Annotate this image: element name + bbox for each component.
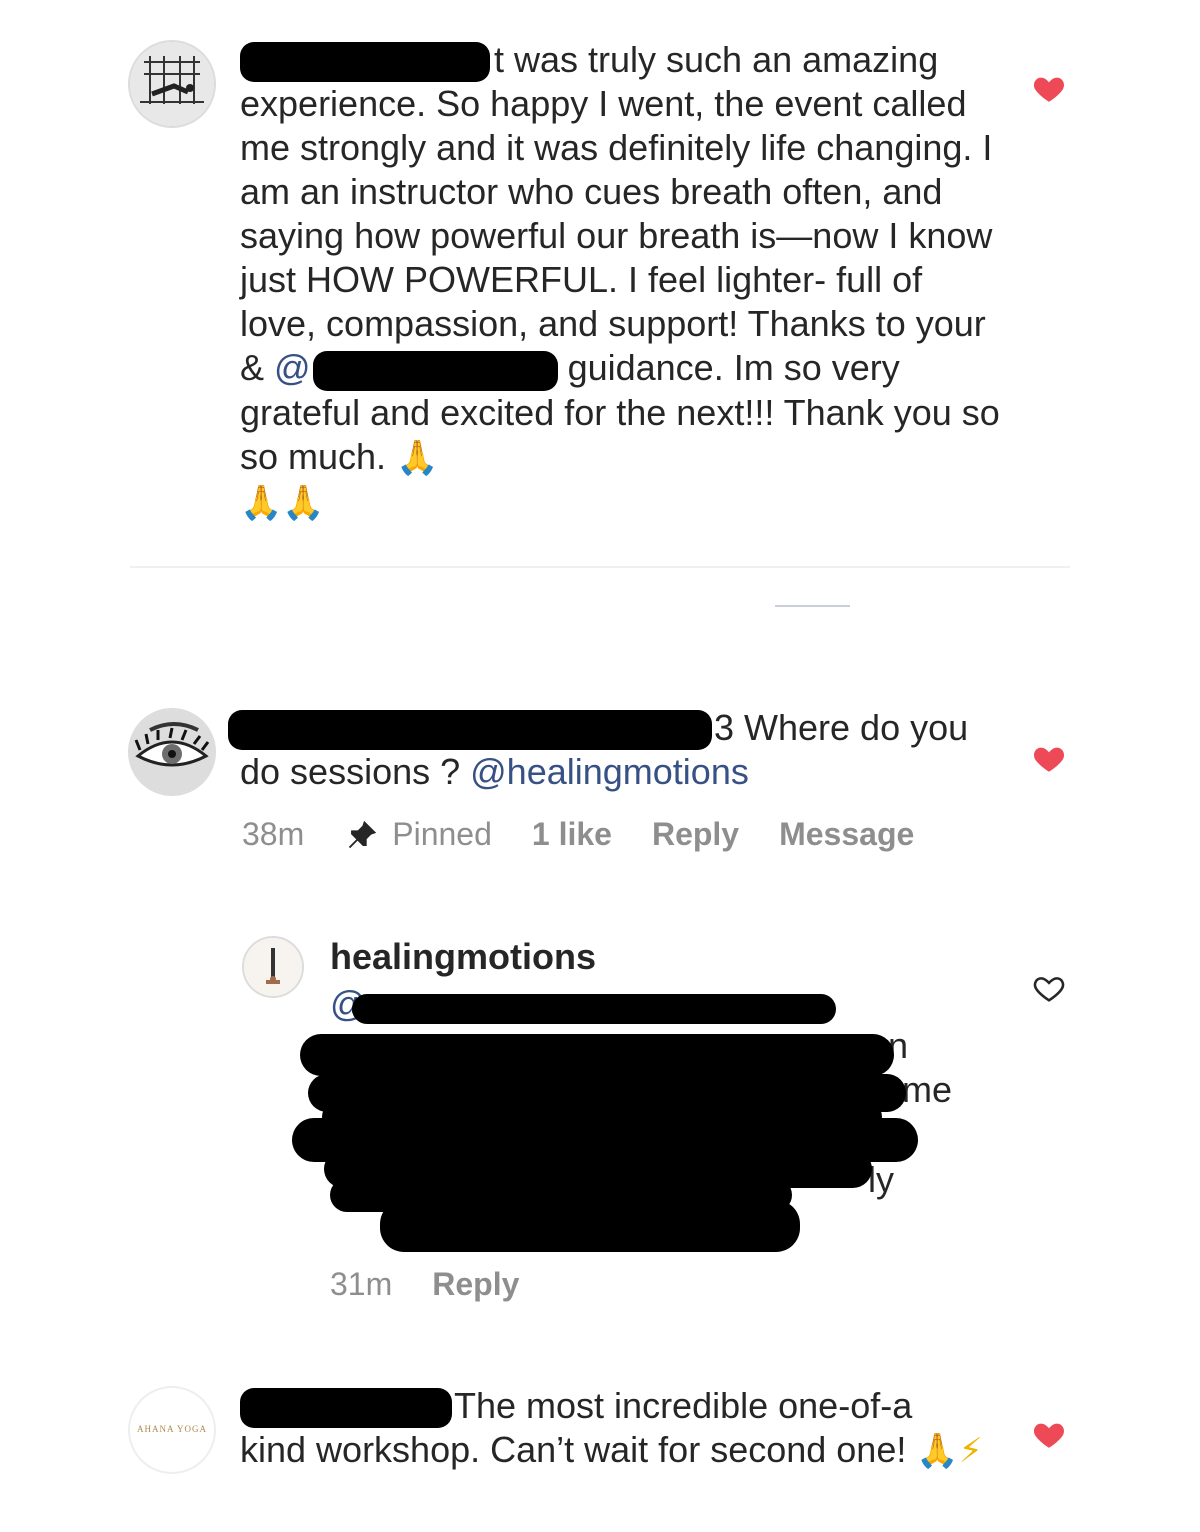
- prayer-emoji: 🙏: [282, 482, 325, 523]
- avatar-logo-text: AHANA YOGA: [137, 1424, 207, 1434]
- prayer-emoji: 🙏: [396, 437, 439, 478]
- reply-button[interactable]: Reply: [432, 1266, 519, 1303]
- redacted-mention: [312, 350, 558, 391]
- avatar[interactable]: AHANA YOGA: [128, 1386, 216, 1474]
- message-button[interactable]: Message: [779, 816, 914, 853]
- avatar[interactable]: [128, 708, 216, 796]
- redaction-scribble: [300, 1034, 894, 1076]
- reply-fragment: ly: [868, 1159, 894, 1200]
- heart-icon[interactable]: [1032, 1418, 1066, 1452]
- redacted-username: [240, 1388, 452, 1429]
- divider: [775, 605, 850, 607]
- mention-link[interactable]: @: [274, 347, 311, 388]
- lightning-emoji: ⚡: [958, 1431, 983, 1472]
- pin-icon: [349, 820, 377, 848]
- divider: [130, 566, 1070, 568]
- heart-outline-icon[interactable]: [1032, 972, 1066, 1006]
- handstand-avatar-image: [244, 938, 302, 996]
- comment-text: 3 Where do you do sessions ? @healingmot…: [228, 706, 1008, 794]
- reply-meta: 31m Reply: [330, 1266, 559, 1303]
- comment-meta: 38m Pinned 1 like Reply Message: [242, 816, 954, 853]
- redaction-scribble: [380, 1200, 800, 1252]
- reply-fragment: me: [902, 1069, 953, 1110]
- prayer-emoji: 🙏: [240, 482, 283, 523]
- timestamp: 31m: [330, 1266, 393, 1302]
- redacted-username: [240, 42, 490, 83]
- redaction-scribble: [352, 994, 836, 1024]
- eye-avatar-image: [130, 710, 214, 794]
- avatar[interactable]: [128, 40, 216, 128]
- heart-icon[interactable]: [1032, 742, 1066, 776]
- pinned-label: Pinned: [392, 816, 492, 852]
- gym-avatar-image: [130, 42, 214, 126]
- avatar[interactable]: [242, 936, 304, 998]
- likes-count[interactable]: 1 like: [532, 816, 612, 853]
- reply-button[interactable]: Reply: [652, 816, 739, 853]
- reply-username[interactable]: healingmotions: [330, 936, 596, 978]
- timestamp: 38m: [242, 816, 305, 852]
- prayer-emoji: 🙏: [916, 1431, 959, 1472]
- redacted-username: [228, 710, 712, 751]
- comment-text: The most incredible one-of-a kind worksh…: [240, 1385, 983, 1472]
- heart-icon[interactable]: [1032, 72, 1066, 106]
- comment-text: t was truly such an amazing experience. …: [240, 39, 1000, 523]
- mention-link[interactable]: @healingmotions: [470, 751, 749, 792]
